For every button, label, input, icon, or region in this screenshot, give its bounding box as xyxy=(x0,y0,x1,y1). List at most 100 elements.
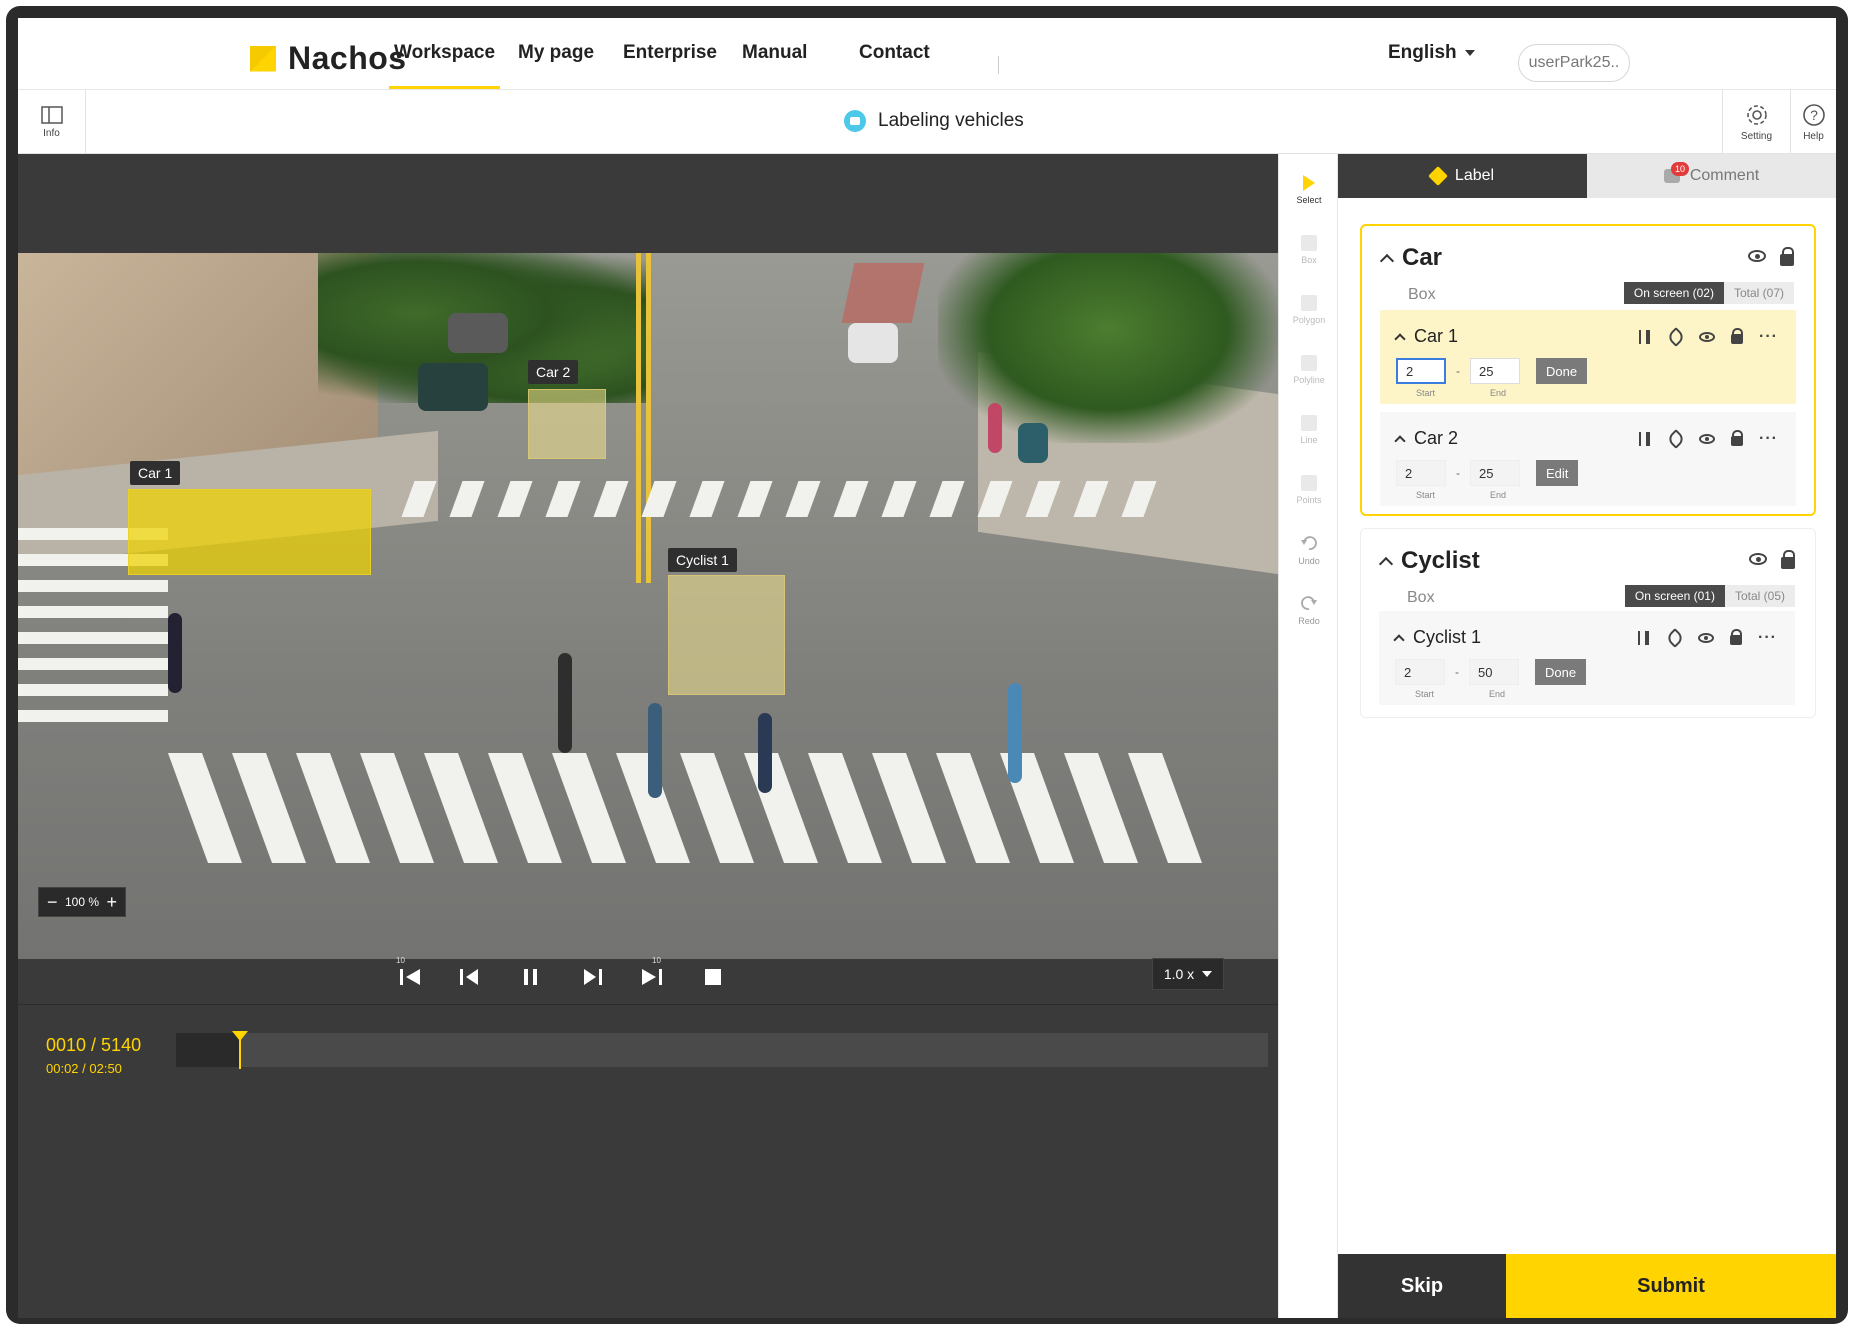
nav-manual[interactable]: Manual xyxy=(742,42,807,64)
tool-undo[interactable]: Undo xyxy=(1279,520,1339,580)
item-header[interactable]: Cyclist 1 xyxy=(1393,627,1481,648)
pin-icon[interactable] xyxy=(1666,429,1686,449)
tab-comment-text: Comment xyxy=(1689,167,1760,184)
info-button[interactable]: Info xyxy=(18,90,86,154)
object-item-cyclist-1[interactable]: Cyclist 1 ··· 2 - 50 Done Start End xyxy=(1379,611,1795,705)
class-group-cyclist[interactable]: Cyclist Box On screen (01) Total (05) Cy… xyxy=(1360,528,1816,718)
group-header[interactable]: Cyclist xyxy=(1378,547,1480,575)
bbox-car-2[interactable] xyxy=(528,389,606,459)
lock-icon[interactable] xyxy=(1730,629,1743,645)
eye-icon[interactable] xyxy=(1748,250,1766,262)
sort-icon[interactable] xyxy=(1637,329,1653,345)
tab-label[interactable]: Label xyxy=(1338,154,1587,198)
submit-button[interactable]: Submit xyxy=(1506,1254,1836,1318)
sort-icon[interactable] xyxy=(1636,630,1652,646)
group-header[interactable]: Car xyxy=(1379,244,1442,272)
total-count[interactable]: Total (05) xyxy=(1724,585,1795,607)
tool-line[interactable]: Line xyxy=(1279,400,1339,460)
zoom-in-button[interactable]: + xyxy=(106,892,117,913)
bbox-car-1[interactable] xyxy=(128,489,371,575)
sort-icon[interactable] xyxy=(1637,431,1653,447)
playhead-handle[interactable] xyxy=(232,1031,248,1041)
done-button[interactable]: Done xyxy=(1535,659,1587,685)
tool-points[interactable]: Points xyxy=(1279,460,1339,520)
nav-workspace[interactable]: Workspace xyxy=(388,42,501,89)
lock-icon[interactable] xyxy=(1780,247,1794,266)
panel-tabs: Label 10 Comment xyxy=(1338,154,1836,198)
on-screen-count[interactable]: On screen (01) xyxy=(1624,585,1725,607)
tool-label: Undo xyxy=(1298,556,1320,566)
skip-button[interactable]: Skip xyxy=(1338,1254,1506,1318)
step-forward-button[interactable] xyxy=(578,964,604,990)
start-frame-input[interactable]: 2 xyxy=(1396,358,1446,384)
more-icon[interactable]: ··· xyxy=(1759,328,1778,346)
job-title: Labeling vehicles xyxy=(844,110,1024,132)
nav-contact[interactable]: Contact xyxy=(859,42,930,64)
item-header[interactable]: Car 1 xyxy=(1394,326,1458,347)
timeline-track[interactable] xyxy=(176,1031,1268,1069)
item-header[interactable]: Car 2 xyxy=(1394,428,1458,449)
start-frame-input[interactable]: 2 xyxy=(1395,659,1445,685)
vehicle-image xyxy=(418,363,488,411)
tab-comment[interactable]: 10 Comment xyxy=(1587,154,1836,198)
eye-icon[interactable] xyxy=(1699,434,1716,444)
total-count[interactable]: Total (07) xyxy=(1723,282,1794,304)
start-label: Start xyxy=(1416,388,1436,398)
device-frame: Nachos Workspace My page Enterprise Manu… xyxy=(6,6,1848,1324)
end-frame-input[interactable]: 50 xyxy=(1469,659,1519,685)
nav-my-page[interactable]: My page xyxy=(518,42,594,64)
end-frame-input[interactable]: 25 xyxy=(1470,358,1520,384)
item-actions: ··· xyxy=(1637,429,1778,449)
tab-label-text: Label xyxy=(1454,167,1495,184)
eye-icon[interactable] xyxy=(1699,332,1716,342)
help-icon: ? xyxy=(1802,103,1825,126)
crosswalk-image xyxy=(401,481,1176,517)
speed-select[interactable]: 1.0 x xyxy=(1152,958,1224,990)
eye-icon[interactable] xyxy=(1749,553,1767,565)
class-group-car[interactable]: Car Box On screen (02) Total (07) Car 1 xyxy=(1360,224,1816,516)
road-line xyxy=(636,253,641,583)
object-item-car-1[interactable]: Car 1 ··· 2 - 25 Done Start End xyxy=(1380,310,1796,404)
end-frame-input[interactable]: 25 xyxy=(1470,460,1520,486)
skip-forward-10-button[interactable]: 10 xyxy=(638,956,664,990)
tool-select[interactable]: Select xyxy=(1279,160,1339,220)
lock-icon[interactable] xyxy=(1781,550,1795,569)
start-frame-input[interactable]: 2 xyxy=(1396,460,1446,486)
pin-icon[interactable] xyxy=(1666,327,1686,347)
eye-icon[interactable] xyxy=(1698,633,1715,643)
end-label: End xyxy=(1490,388,1507,398)
group-counts: On screen (02) Total (07) xyxy=(1623,282,1794,304)
more-icon[interactable]: ··· xyxy=(1759,430,1778,448)
bike-lane-image xyxy=(841,263,925,323)
user-menu[interactable]: userPark25.. xyxy=(1518,44,1630,82)
edit-button[interactable]: Edit xyxy=(1536,460,1579,486)
lock-icon[interactable] xyxy=(1731,430,1744,446)
more-icon[interactable]: ··· xyxy=(1758,629,1777,647)
pause-button[interactable] xyxy=(518,964,544,990)
object-item-car-2[interactable]: Car 2 ··· 2 - 25 Edit Start End xyxy=(1380,412,1796,506)
on-screen-count[interactable]: On screen (02) xyxy=(1623,282,1724,304)
lock-icon[interactable] xyxy=(1731,328,1744,344)
tool-redo[interactable]: Redo xyxy=(1279,580,1339,640)
tool-polygon[interactable]: Polygon xyxy=(1279,280,1339,340)
speed-value: 1.0 x xyxy=(1163,966,1195,982)
pin-icon[interactable] xyxy=(1665,628,1685,648)
setting-button[interactable]: Setting xyxy=(1722,90,1790,154)
language-select[interactable]: English xyxy=(1388,42,1475,64)
skip-back-10-button[interactable]: 10 xyxy=(396,956,424,990)
step-back-button[interactable] xyxy=(458,964,484,990)
bbox-cyclist-1[interactable] xyxy=(668,575,785,695)
video-frame[interactable]: Car 1 Car 2 Cyclist 1 xyxy=(18,253,1278,959)
skip-count: 10 xyxy=(396,956,405,965)
group-counts: On screen (01) Total (05) xyxy=(1624,585,1795,607)
tool-polyline[interactable]: Polyline xyxy=(1279,340,1339,400)
zoom-out-button[interactable]: − xyxy=(47,892,58,913)
help-button[interactable]: ? Help xyxy=(1790,90,1836,154)
tool-box[interactable]: Box xyxy=(1279,220,1339,280)
logo[interactable]: Nachos xyxy=(250,40,407,77)
done-button[interactable]: Done xyxy=(1536,358,1588,384)
stop-button[interactable] xyxy=(700,964,726,990)
annotation-canvas[interactable]: Car 1 Car 2 Cyclist 1 − 100 % + 10 10 1.… xyxy=(18,154,1278,1318)
nav-enterprise[interactable]: Enterprise xyxy=(623,42,717,64)
range-dash: - xyxy=(1456,364,1460,378)
